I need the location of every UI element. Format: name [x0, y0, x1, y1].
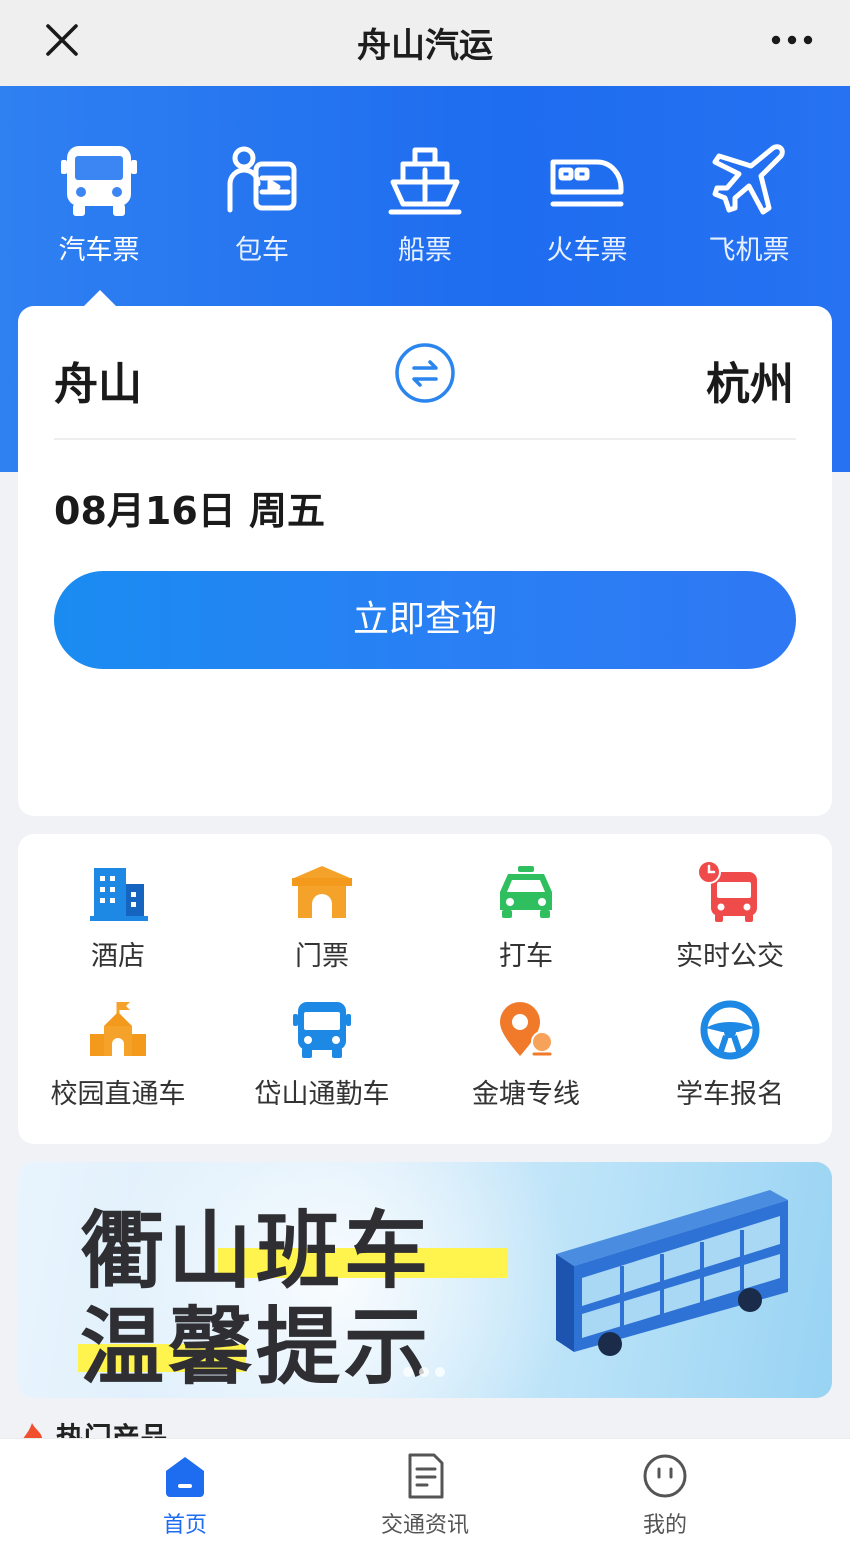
swap-icon[interactable]	[394, 342, 456, 404]
service-label: 实时公交	[676, 941, 784, 972]
train-icon	[550, 159, 624, 207]
mode-label: 汽车票	[58, 235, 140, 266]
profile-icon	[643, 1454, 687, 1498]
arrival-city[interactable]: 杭州	[706, 348, 794, 412]
news-icon	[408, 1453, 444, 1499]
bus-illustration	[556, 1190, 788, 1356]
hotel-icon	[90, 868, 148, 921]
carousel-dots	[400, 1362, 460, 1377]
mode-bus-ticket[interactable]: 汽车票	[24, 140, 174, 280]
service-label: 学车报名	[676, 1079, 784, 1110]
tab-label: 我的	[642, 1513, 687, 1538]
ticket-gate-icon	[292, 866, 352, 918]
departure-date[interactable]: 08月16日 周五	[54, 480, 325, 535]
mode-charter[interactable]: 包车	[187, 140, 337, 280]
departure-city[interactable]: 舟山	[54, 348, 142, 412]
school-icon	[90, 1002, 146, 1056]
service-realtime-bus[interactable]: 实时公交	[630, 860, 830, 973]
transport-mode-tabs: 汽车票 包车 船票 火车票 飞机票	[0, 140, 850, 280]
service-label: 门票	[295, 941, 349, 972]
mode-label: 包车	[235, 235, 289, 266]
ship-icon	[388, 147, 462, 215]
bus-icon	[61, 146, 137, 216]
service-campus-bus[interactable]: 校园直通车	[18, 998, 218, 1111]
service-label: 金塘专线	[472, 1079, 580, 1110]
commute-bus-icon	[293, 1002, 351, 1058]
page-title: 舟山汽运	[357, 26, 493, 66]
steering-wheel-icon	[700, 1000, 760, 1060]
mode-ship-ticket[interactable]: 船票	[350, 140, 500, 280]
tab-profile[interactable]: 我的	[595, 1451, 735, 1539]
service-tickets[interactable]: 门票	[222, 860, 422, 973]
plane-icon	[712, 144, 785, 215]
service-label: 酒店	[91, 941, 145, 972]
tab-home[interactable]: 首页	[115, 1451, 255, 1539]
search-card: 舟山 杭州 08月16日 周五 立即查询	[18, 306, 832, 816]
notice-banner[interactable]: 衢山班车 温馨提示	[18, 1162, 832, 1398]
service-label: 岱山通勤车	[254, 1079, 390, 1110]
mode-flight-ticket[interactable]: 飞机票	[674, 140, 824, 280]
banner-title-line2: 温馨提示	[80, 1298, 433, 1396]
home-icon	[166, 1457, 204, 1497]
taxi-icon	[500, 866, 552, 918]
title-bar: 舟山汽运	[0, 0, 850, 86]
charter-car-icon	[227, 146, 297, 213]
location-icon	[500, 1002, 553, 1056]
tab-label: 交通资讯	[380, 1513, 469, 1538]
service-taxi[interactable]: 打车	[426, 860, 626, 973]
mode-label: 船票	[398, 235, 452, 266]
mode-label: 飞机票	[708, 235, 790, 266]
service-label: 校园直通车	[50, 1079, 186, 1110]
active-tab-pointer	[84, 290, 116, 306]
tab-traffic-news[interactable]: 交通资讯	[355, 1451, 495, 1539]
more-icon[interactable]	[764, 18, 820, 62]
service-hotel[interactable]: 酒店	[18, 860, 218, 973]
mode-train-ticket[interactable]: 火车票	[512, 140, 662, 280]
tab-label: 首页	[162, 1513, 207, 1538]
bottom-tab-bar: 首页 交通资讯 我的	[0, 1438, 850, 1551]
service-daishan-commute[interactable]: 岱山通勤车	[222, 998, 422, 1111]
divider	[54, 438, 796, 440]
service-label: 打车	[499, 941, 553, 972]
services-grid: 酒店 门票 打车 实时公交 校园直通车 岱山通勤车 金塘专线 学车报名	[18, 834, 832, 1144]
service-driving-school[interactable]: 学车报名	[630, 998, 830, 1111]
mode-label: 火车票	[546, 235, 628, 266]
service-jintang-line[interactable]: 金塘专线	[426, 998, 626, 1111]
realtime-bus-icon	[697, 860, 757, 922]
search-button[interactable]: 立即查询	[54, 571, 796, 669]
